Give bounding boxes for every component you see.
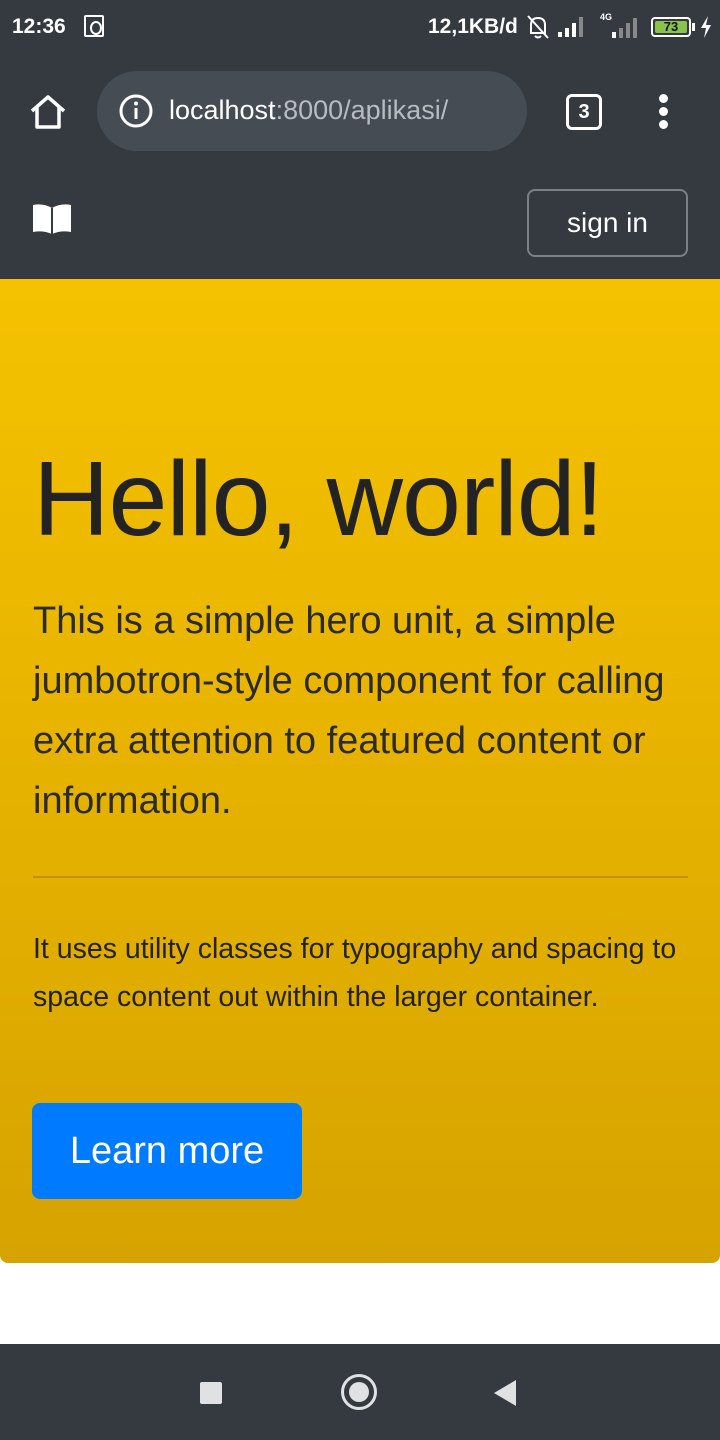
signal-4g-icon xyxy=(612,18,637,38)
home-circle-icon[interactable] xyxy=(341,1374,377,1410)
address-bar[interactable]: localhost:8000/aplikasi/ xyxy=(97,71,527,151)
battery-level: 73 xyxy=(663,19,679,34)
status-time: 12:36 xyxy=(12,15,66,38)
url-path: :8000/aplikasi/ xyxy=(275,95,449,125)
hero-text: It uses utility classes for typography a… xyxy=(33,933,677,1013)
url-host: localhost xyxy=(169,95,276,125)
info-icon[interactable] xyxy=(119,94,153,128)
learn-more-button[interactable]: Learn more xyxy=(32,1103,302,1199)
signal-icon xyxy=(558,17,583,37)
overflow-menu-icon[interactable] xyxy=(650,92,678,132)
network-speed: 12,1KB/d xyxy=(428,15,518,38)
bell-off-icon xyxy=(527,15,549,39)
site-navbar: sign in xyxy=(0,168,720,279)
recent-apps-icon[interactable] xyxy=(200,1382,222,1404)
notification-icon xyxy=(84,15,104,37)
battery-icon: 73 xyxy=(651,17,691,37)
jumbotron: Hello, world! This is a simple hero unit… xyxy=(0,279,720,1263)
back-icon[interactable] xyxy=(494,1380,516,1406)
browser-toolbar: localhost:8000/aplikasi/ 3 xyxy=(0,56,720,168)
hero-title: Hello, world! xyxy=(33,440,604,558)
system-nav-bar xyxy=(0,1344,720,1440)
sign-in-button[interactable]: sign in xyxy=(527,189,688,257)
charging-icon xyxy=(701,16,711,38)
book-icon[interactable] xyxy=(31,202,73,236)
tab-switcher-button[interactable]: 3 xyxy=(566,94,602,130)
divider xyxy=(33,876,688,878)
home-icon[interactable] xyxy=(28,92,68,132)
hero-lead: This is a simple hero unit, a simple jum… xyxy=(33,600,665,822)
status-bar: 12:36 12,1KB/d 4G 73 xyxy=(0,0,720,56)
url-text[interactable]: localhost:8000/aplikasi/ xyxy=(169,95,448,126)
